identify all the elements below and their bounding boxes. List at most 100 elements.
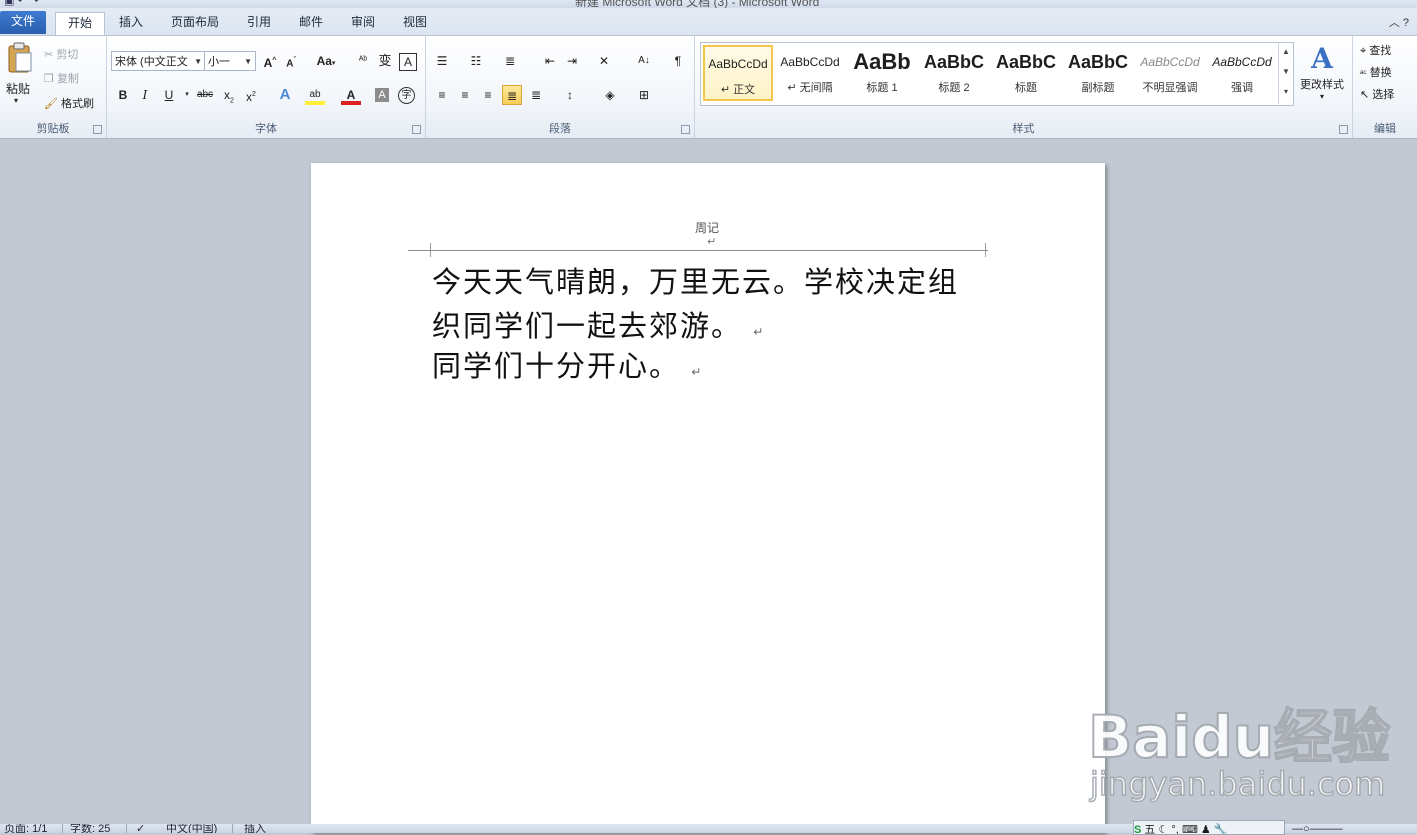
highlight-button[interactable]: ab — [305, 85, 325, 105]
zoom-slider[interactable]: —○——— — [1292, 824, 1343, 833]
text-effects-button[interactable]: A — [275, 85, 295, 105]
borders-icon[interactable]: ⊞ — [634, 85, 654, 105]
style-sample: AaBbCcDd — [708, 57, 768, 71]
header-text[interactable]: 周记 — [695, 219, 719, 236]
grow-font-button[interactable]: A^ — [260, 51, 280, 71]
bullets-icon[interactable]: ☰ — [432, 51, 452, 71]
insert-mode[interactable]: 插入 — [244, 824, 266, 833]
moon-icon: ☾ — [1158, 824, 1169, 835]
phonetic-guide-icon[interactable]: 变 — [375, 51, 395, 71]
italic-button[interactable]: I — [135, 85, 155, 105]
window-title: 新建 Microsoft Word 文档 (3) - Microsoft Wor… — [575, 0, 820, 8]
tab-references[interactable]: 引用 — [236, 12, 282, 35]
dialog-launcher-icon[interactable] — [1339, 125, 1348, 134]
tab-insert[interactable]: 插入 — [108, 12, 154, 35]
font-size-value: 小一 — [208, 56, 230, 68]
character-border-icon[interactable]: A — [399, 53, 417, 71]
line-spacing-icon[interactable]: ↕ — [560, 85, 580, 105]
proofing-icon[interactable]: ✓ — [136, 824, 145, 833]
numbering-icon[interactable]: ☷ — [466, 51, 486, 71]
style-name: 标题 2 — [938, 82, 970, 94]
style-name: 强调 — [1231, 82, 1253, 94]
copy-button[interactable]: ❐ 复制 — [44, 70, 79, 86]
superscript-button[interactable]: x2 — [241, 85, 261, 105]
subscript-button[interactable]: x2 — [219, 85, 239, 105]
tab-review[interactable]: 审阅 — [340, 12, 386, 35]
gallery-more-icon[interactable]: ▾ — [1279, 82, 1293, 102]
distributed-icon[interactable]: ≣ — [526, 85, 546, 105]
chevron-down-icon[interactable]: ▾ — [14, 96, 18, 105]
style-heading-1[interactable]: AaBb 标题 1 — [847, 45, 917, 101]
clear-formatting-icon[interactable]: ᴬᵇ — [353, 51, 373, 71]
find-button[interactable]: ⌖ 查找 — [1360, 42, 1391, 58]
quick-access-toolbar[interactable]: ▣ ↶ ↷ — [4, 0, 39, 7]
page-count[interactable]: 页面: 1/1 — [4, 824, 47, 833]
paste-button[interactable] — [6, 42, 34, 74]
style-emphasis[interactable]: AaBbCcDd 强调 — [1207, 45, 1277, 101]
select-button[interactable]: ↖ 选择 — [1360, 86, 1394, 102]
dialog-launcher-icon[interactable] — [681, 125, 690, 134]
change-styles-button[interactable]: A 更改样式 ▾ — [1296, 42, 1348, 101]
underline-button[interactable]: U — [159, 85, 179, 105]
chinese-layout-icon[interactable]: ✕ — [594, 51, 614, 71]
chevron-down-icon: ▼ — [194, 57, 202, 66]
shading-icon[interactable]: ◈ — [600, 85, 620, 105]
font-color-button[interactable]: A — [341, 85, 361, 105]
gallery-scroll[interactable]: ▲ ▼ ▾ — [1278, 42, 1293, 104]
body-line[interactable]: 同学们十分开心。 ↵ — [432, 343, 701, 385]
replace-button[interactable]: ᵃᶜ 替换 — [1360, 64, 1392, 80]
style-title[interactable]: AaBbC 标题 — [991, 45, 1061, 101]
decrease-indent-icon[interactable]: ⇤ — [540, 51, 560, 71]
bold-button[interactable]: B — [113, 85, 133, 105]
tab-page-layout[interactable]: 页面布局 — [162, 12, 228, 35]
word-count[interactable]: 字数: 25 — [70, 824, 110, 833]
enclose-characters-icon[interactable]: 字 — [398, 87, 415, 104]
body-text: 今天天气晴朗，万里无云。学校决定组 — [432, 265, 960, 299]
strikethrough-button[interactable]: abc — [195, 85, 215, 105]
tab-home[interactable]: 开始 — [55, 12, 105, 36]
minimize-ribbon-icon[interactable]: ︿ ? — [1389, 14, 1409, 30]
chevron-down-icon[interactable]: ▾ — [177, 85, 197, 105]
style-name: 不明显强调 — [1142, 82, 1198, 94]
shrink-font-button[interactable]: Aˇ — [281, 51, 301, 71]
group-label-font: 字体 — [255, 123, 277, 135]
style-subtitle[interactable]: AaBbC 副标题 — [1063, 45, 1133, 101]
tab-view[interactable]: 视图 — [392, 12, 438, 35]
brush-icon: 🖌 — [44, 98, 58, 110]
style-no-spacing[interactable]: AaBbCcDd ↵ 无间隔 — [775, 45, 845, 101]
language-indicator[interactable]: 中文(中国) — [166, 824, 217, 833]
format-painter-button[interactable]: 🖌 格式刷 — [44, 95, 94, 111]
align-right-icon[interactable]: ≡ — [478, 85, 498, 105]
watermark-url: jingyan.baidu.com — [1089, 764, 1386, 804]
chevron-up-icon[interactable]: ▲ — [1279, 42, 1293, 62]
style-subtle-emphasis[interactable]: AaBbCcDd 不明显强调 — [1135, 45, 1205, 101]
body-line[interactable]: 织同学们一起去郊游。 ↵ — [432, 303, 763, 345]
dialog-launcher-icon[interactable] — [93, 125, 102, 134]
sort-icon[interactable]: A↓ — [634, 51, 654, 71]
tab-mailings[interactable]: 邮件 — [288, 12, 334, 35]
style-heading-2[interactable]: AaBbC 标题 2 — [919, 45, 989, 101]
status-divider — [62, 824, 63, 833]
cut-button[interactable]: ✂ 剪切 — [44, 46, 78, 62]
document-page[interactable]: 周记 ↵ 今天天气晴朗，万里无云。学校决定组 织同学们一起去郊游。 ↵ 同学们十… — [311, 163, 1105, 833]
increase-indent-icon[interactable]: ⇥ — [562, 51, 582, 71]
multilevel-list-icon[interactable]: ≣ — [500, 51, 520, 71]
tab-file[interactable]: 文件 — [0, 11, 46, 34]
chevron-down-icon[interactable]: ▼ — [1279, 62, 1293, 82]
show-formatting-icon[interactable]: ¶ — [668, 51, 688, 71]
binoculars-icon: ⌖ — [1360, 45, 1367, 57]
change-case-button[interactable]: Aa▾ — [312, 51, 340, 71]
crop-mark — [985, 250, 1008, 257]
body-line[interactable]: 今天天气晴朗，万里无云。学校决定组 — [432, 259, 959, 301]
body-text: 同学们十分开心。 — [432, 349, 681, 383]
font-name-combo[interactable]: 宋体 (中文正文 ▼ — [111, 51, 206, 71]
justify-icon[interactable]: ≣ — [502, 85, 522, 105]
character-shading-icon[interactable]: A — [375, 88, 389, 102]
align-left-icon[interactable]: ≡ — [432, 85, 452, 105]
replace-label: 替换 — [1369, 67, 1392, 79]
style-normal[interactable]: AaBbCcDd ↵ 正文 — [703, 45, 773, 101]
punctuation-icon: °, — [1171, 824, 1179, 835]
align-center-icon[interactable]: ≡ — [455, 85, 475, 105]
font-size-combo[interactable]: 小一 ▼ — [204, 51, 256, 71]
dialog-launcher-icon[interactable] — [412, 125, 421, 134]
